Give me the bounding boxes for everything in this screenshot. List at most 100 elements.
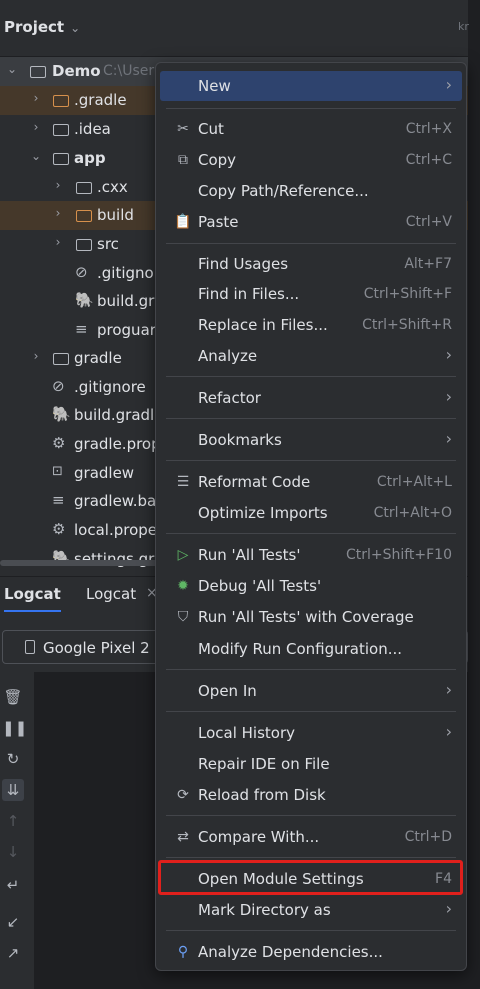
menu-item-analyze-dependencies[interactable]: ⚲ Analyze Dependencies... [160, 937, 462, 967]
tree-label: .cxx [97, 178, 128, 196]
menu-item-label: Find Usages [198, 255, 289, 273]
menu-item-run-all-tests[interactable]: ▷ Run 'All Tests' Ctrl+Shift+F10 [160, 540, 462, 570]
menu-item-reload-from-disk[interactable]: ⟳ Reload from Disk [160, 780, 462, 810]
pause-icon[interactable]: ❚❚ [2, 717, 27, 739]
menu-item-run-with-coverage[interactable]: ⛉ Run 'All Tests' with Coverage [160, 602, 462, 632]
menu-separator [166, 930, 456, 931]
scissors-icon: ✂ [177, 121, 189, 137]
tree-label: .gitignore [74, 378, 146, 396]
menu-item-open-in[interactable]: Open In › [160, 676, 462, 706]
tree-label: local.prope [74, 521, 158, 539]
menu-item-paste[interactable]: 📋 Paste Ctrl+V [160, 207, 462, 237]
menu-item-local-history[interactable]: Local History › [160, 718, 462, 748]
ignore-icon: ⊘ [75, 263, 88, 281]
tree-label: gradle [74, 349, 122, 367]
menu-item-optimize-imports[interactable]: Optimize Imports Ctrl+Alt+O [160, 498, 462, 528]
menu-item-new[interactable]: New › [160, 71, 462, 101]
module-folder-icon [30, 66, 46, 78]
menu-item-label: Bookmarks [198, 431, 282, 449]
chevron-down-icon[interactable]: ⌄ [6, 62, 18, 76]
menu-item-label: Local History [198, 724, 296, 742]
menu-item-label: Open Module Settings [198, 870, 364, 888]
chevron-right-icon[interactable]: › [30, 349, 42, 363]
folder-icon [53, 353, 69, 365]
tree-label: Demo [52, 62, 101, 80]
tree-label: src [97, 235, 119, 253]
search-dependencies-icon: ⚲ [177, 944, 189, 960]
tool-window-title[interactable]: Logcat [4, 585, 61, 612]
chevron-right-icon: › [445, 345, 452, 364]
menu-item-label: Repair IDE on File [198, 755, 330, 773]
scroll-to-end-icon[interactable]: ⇊ [2, 779, 24, 801]
menu-item-label: Run 'All Tests' [198, 546, 301, 564]
restart-icon[interactable]: ↻ [2, 748, 24, 770]
arrow-down-icon[interactable]: ↓ [2, 841, 24, 863]
expand-icon[interactable]: ↗ [2, 942, 24, 964]
shortcut: Ctrl+Alt+L [376, 474, 452, 490]
editor-edge [468, 0, 480, 989]
menu-item-label: Debug 'All Tests' [198, 577, 322, 595]
folder-icon [76, 182, 92, 194]
chevron-right-icon[interactable]: › [52, 178, 64, 192]
chevron-right-icon: › [445, 722, 452, 741]
menu-item-label: Analyze Dependencies... [198, 943, 383, 961]
tree-label: gradlew.bat [74, 492, 163, 510]
menu-item-repair-ide[interactable]: Repair IDE on File [160, 749, 462, 779]
gradle-icon: 🐘 [75, 291, 94, 309]
excluded-folder-icon [76, 210, 92, 222]
editor-tab-fragment[interactable]: kr [458, 20, 469, 33]
chevron-right-icon[interactable]: › [30, 120, 42, 134]
menu-item-reformat-code[interactable]: ☰ Reformat Code Ctrl+Alt+L [160, 467, 462, 497]
menu-item-debug-all-tests[interactable]: ✹ Debug 'All Tests' [160, 571, 462, 601]
menu-item-label: Reload from Disk [198, 786, 326, 804]
menu-separator [166, 460, 456, 461]
menu-item-cut[interactable]: ✂ Cut Ctrl+X [160, 114, 462, 144]
text-file-icon: ≡ [52, 491, 65, 509]
reload-icon: ⟳ [177, 787, 189, 803]
copy-icon: ⧉ [178, 152, 188, 168]
menu-item-copy[interactable]: ⧉ Copy Ctrl+C [160, 145, 462, 175]
chevron-right-icon[interactable]: › [52, 206, 64, 220]
project-view-selector[interactable]: Project ⌄ [4, 18, 80, 36]
arrow-up-icon[interactable]: ↑ [2, 810, 24, 832]
menu-item-label: Paste [198, 213, 239, 231]
menu-separator [166, 533, 456, 534]
menu-item-find-usages[interactable]: Find Usages Alt+F7 [160, 249, 462, 279]
chevron-right-icon: › [445, 680, 452, 699]
chevron-right-icon[interactable]: › [30, 91, 42, 105]
trash-icon[interactable]: 🗑 [2, 686, 24, 708]
menu-item-find-in-files[interactable]: Find in Files... Ctrl+Shift+F [160, 279, 462, 309]
tab-logcat[interactable]: Logcat [86, 585, 136, 603]
menu-item-label: Run 'All Tests' with Coverage [198, 608, 414, 626]
folder-icon [53, 124, 69, 136]
menu-item-label: Replace in Files... [198, 316, 328, 334]
collapse-icon[interactable]: ↙ [2, 911, 24, 933]
device-label: Google Pixel 2 (I [43, 639, 165, 657]
menu-item-mark-directory-as[interactable]: Mark Directory as › [160, 895, 462, 925]
soft-wrap-icon[interactable]: ↵ [2, 874, 24, 896]
menu-item-replace-in-files[interactable]: Replace in Files... Ctrl+Shift+R [160, 310, 462, 340]
module-folder-icon [53, 153, 69, 165]
menu-item-label: New [198, 77, 231, 95]
menu-item-compare-with[interactable]: ⇄ Compare With... Ctrl+D [160, 822, 462, 852]
menu-item-bookmarks[interactable]: Bookmarks › [160, 425, 462, 455]
menu-item-modify-run-config[interactable]: Modify Run Configuration... [160, 634, 462, 664]
chevron-down-icon[interactable]: ⌄ [30, 149, 42, 163]
menu-separator [166, 376, 456, 377]
horizontal-scrollbar[interactable] [0, 560, 160, 566]
menu-item-copy-path[interactable]: Copy Path/Reference... [160, 176, 462, 206]
tree-path: C:\User [103, 63, 155, 79]
text-file-icon: ≡ [75, 320, 88, 338]
tree-label: app [74, 149, 106, 167]
menu-item-analyze[interactable]: Analyze › [160, 341, 462, 371]
menu-item-label: Copy Path/Reference... [198, 182, 369, 200]
ignore-icon: ⊘ [52, 377, 65, 395]
chevron-right-icon[interactable]: › [52, 235, 64, 249]
menu-item-label: Copy [198, 151, 237, 169]
menu-item-open-module-settings[interactable]: Open Module Settings F4 [160, 864, 462, 894]
chevron-right-icon: › [445, 899, 452, 918]
menu-item-label: Find in Files... [198, 285, 300, 303]
menu-item-refactor[interactable]: Refactor › [160, 383, 462, 413]
chevron-right-icon: › [445, 387, 452, 406]
menu-item-label: Compare With... [198, 828, 320, 846]
